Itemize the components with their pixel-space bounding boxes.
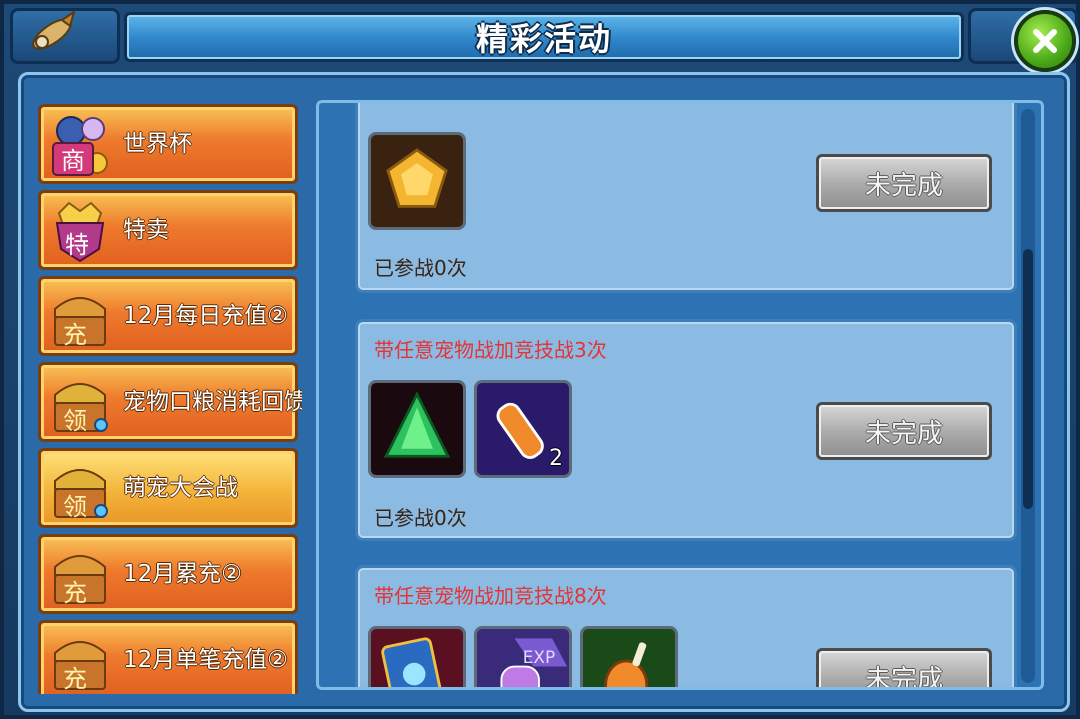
treasure-chest-icon: 充 (54, 297, 106, 349)
sidebar-item-label: 世界杯 (123, 131, 192, 157)
green-crystal-icon (371, 383, 463, 475)
sidebar-item-label: 12月单笔充值② (123, 647, 288, 673)
sidebar-item-pet-battle[interactable]: 领 萌宠大会战 (38, 448, 298, 528)
gold-pentagon-gem-icon (371, 135, 463, 227)
task-progress: 已参战0次 (374, 256, 467, 280)
gem-chest-icon: 领 (54, 383, 108, 435)
sidebar-item-special-sale[interactable]: 特 特卖 (38, 190, 298, 270)
task-status-button[interactable]: 未完成 (816, 648, 992, 687)
crown-shield-icon: 特 (55, 201, 105, 263)
close-icon (1033, 29, 1057, 53)
sidebar-badge-2: 充 (63, 321, 87, 349)
sidebar-item-label: 特卖 (123, 217, 169, 243)
scroll-thumb[interactable] (1023, 249, 1033, 509)
rocket-icon (32, 10, 76, 50)
sidebar-item-world-cup[interactable]: 商 世界杯 (38, 104, 298, 184)
sidebar-item-single-recharge[interactable]: 充 12月单笔充值② (38, 620, 298, 694)
sidebar-badge-0: 商 (61, 147, 85, 175)
sidebar-item-label: 12月每日充值② (123, 303, 288, 329)
sidebar-item-label: 12月累充② (123, 561, 242, 587)
reward-slot[interactable] (368, 626, 466, 687)
reward-slot[interactable]: EXP (474, 626, 572, 687)
activity-sidebar[interactable]: 商 世界杯 特 特卖 充 12月每日充值② 领 宠物口粮消耗回馈 领 萌宠大会战… (34, 102, 302, 694)
treasure-chest-icon: 充 (54, 555, 106, 607)
close-button[interactable] (1014, 10, 1076, 72)
sidebar-item-cumulative-recharge[interactable]: 充 12月累充② (38, 534, 298, 614)
game-window: 精彩活动 商 世界杯 特 特卖 充 12月每日充值② 领 宠物口粮消耗回馈 领 … (0, 0, 1080, 719)
svg-text:EXP: EXP (523, 647, 555, 667)
sidebar-badge-3: 领 (63, 407, 87, 435)
task-progress: 已参战0次 (374, 506, 467, 530)
task-list[interactable]: 未完成 已参战0次 带任意宠物战加竞技战3次 2 未完成 已参战0次 带任意宠物… (316, 100, 1044, 690)
task-card: 带任意宠物战加竞技战8次 EXP 未完成 (355, 565, 1017, 687)
exp-potion-icon: EXP (477, 629, 569, 687)
gem-chest-icon: 领 (54, 469, 108, 521)
title-bar: 精彩活动 (124, 12, 964, 62)
reward-slot[interactable] (580, 626, 678, 687)
scrollbar[interactable] (1021, 109, 1035, 683)
sidebar-item-label: 宠物口粮消耗回馈 (123, 389, 302, 415)
sidebar-item-daily-recharge[interactable]: 充 12月每日充值② (38, 276, 298, 356)
task-title: 带任意宠物战加竞技战8次 (374, 584, 607, 608)
task-card: 带任意宠物战加竞技战3次 2 未完成 已参战0次 (355, 319, 1017, 541)
sidebar-item-pet-food-reward[interactable]: 领 宠物口粮消耗回馈 (38, 362, 302, 442)
reward-quantity: 2 (549, 446, 563, 471)
task-status-button[interactable]: 未完成 (816, 154, 992, 212)
sidebar-item-label: 萌宠大会战 (123, 475, 238, 501)
skill-card-icon (371, 629, 463, 687)
sidebar-badge-4: 领 (63, 493, 87, 521)
reward-slot[interactable]: 2 (474, 380, 572, 478)
window-title: 精彩活动 (475, 20, 612, 58)
meat-drumstick-icon (583, 629, 675, 687)
sidebar-badge-6: 充 (63, 665, 87, 693)
task-card: 未完成 已参战0次 (355, 103, 1017, 293)
reward-slot[interactable] (368, 132, 466, 230)
task-status-button[interactable]: 未完成 (816, 402, 992, 460)
treasure-chest-icon: 充 (54, 641, 106, 693)
sidebar-badge-1: 特 (65, 231, 89, 259)
shop-ball-icon: 商 (52, 116, 108, 176)
sidebar-badge-5: 充 (63, 579, 87, 607)
reward-slot[interactable] (368, 380, 466, 478)
task-title: 带任意宠物战加竞技战3次 (374, 338, 607, 362)
